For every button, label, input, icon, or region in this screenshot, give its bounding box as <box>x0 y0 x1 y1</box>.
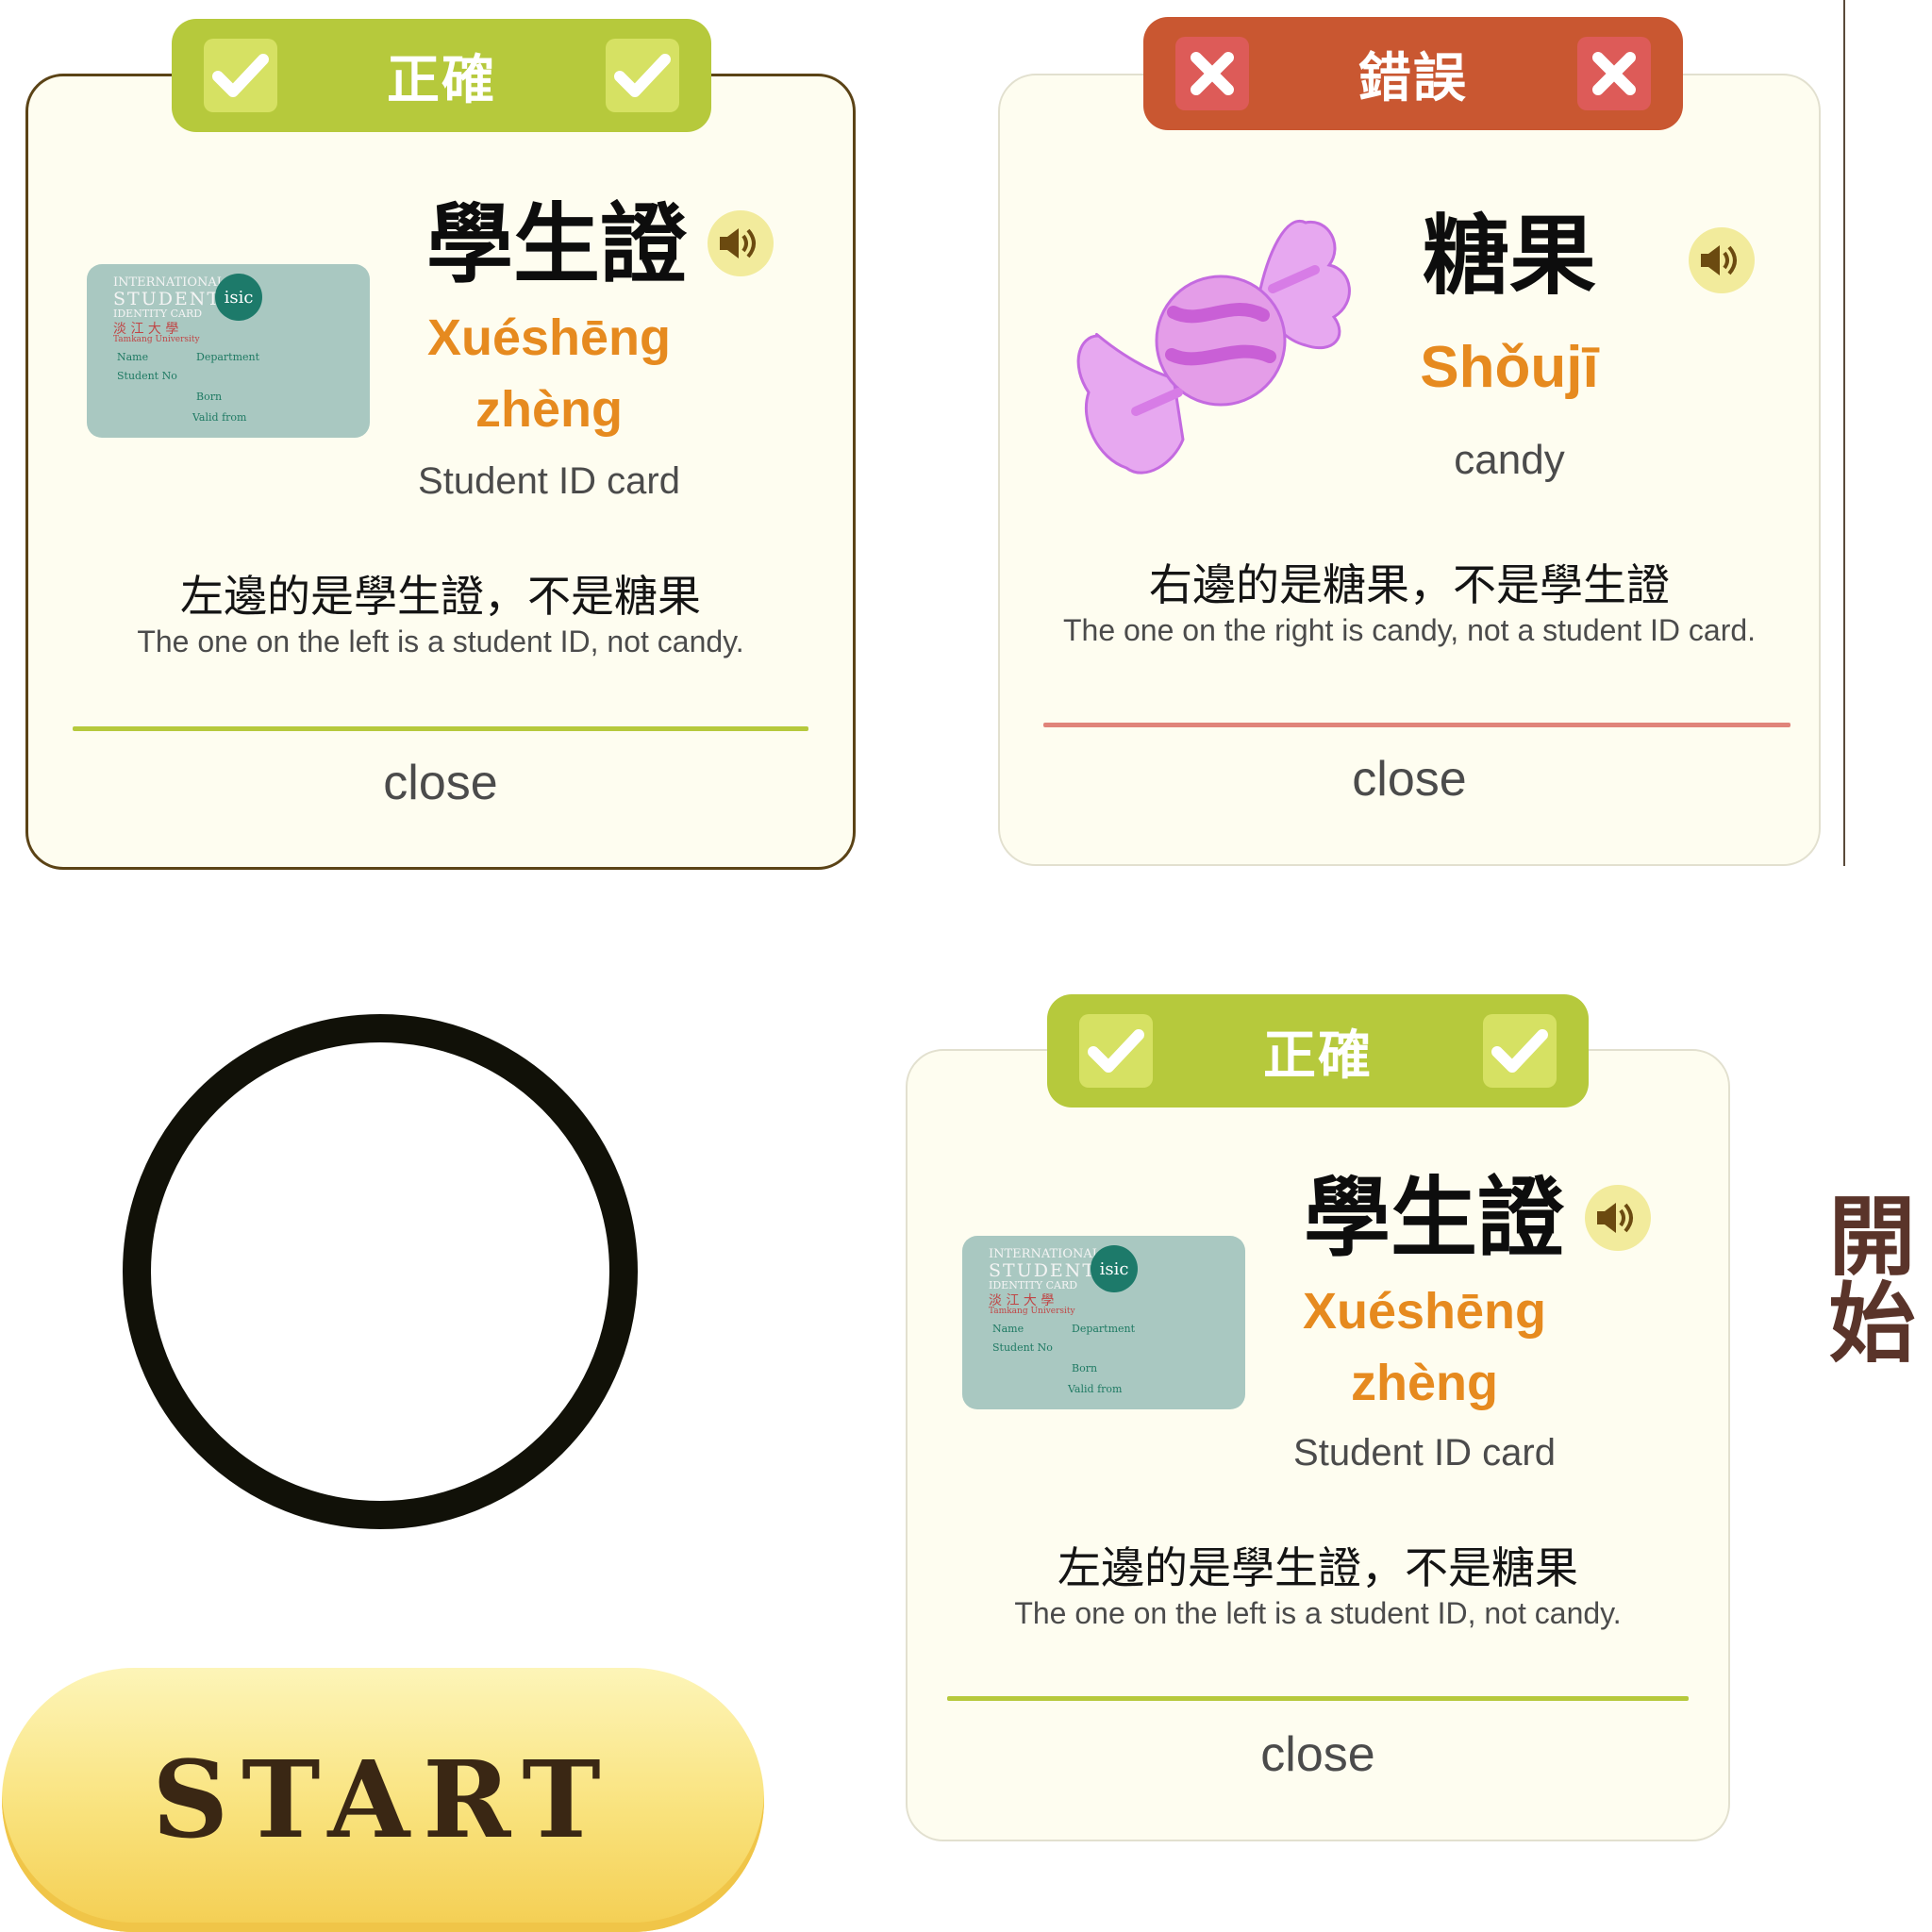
id-card-text: Department <box>1072 1323 1136 1335</box>
id-card-text: Department <box>196 351 260 363</box>
divider <box>1043 723 1790 727</box>
hanzi-word: 學生證 <box>1304 1168 1565 1269</box>
example-sentence-chinese: 左邊的是學生證，不是糖果 <box>1058 1542 1578 1593</box>
id-card-text: INTERNATIONAL <box>113 275 225 290</box>
check-icon <box>1483 1014 1557 1088</box>
close-button[interactable]: close <box>906 1726 1730 1783</box>
pinyin-line-2: zhèng <box>1351 1355 1498 1411</box>
correct-banner: 正確 <box>172 19 711 132</box>
speaker-button[interactable] <box>1585 1185 1651 1251</box>
example-sentence-english: The one on the left is a student ID, not… <box>137 625 744 658</box>
id-card-text: Valid from <box>1068 1383 1123 1395</box>
correct-banner: 正確 <box>1047 994 1589 1108</box>
english-meaning: candy <box>1454 437 1565 483</box>
banner-title: 正確 <box>387 49 496 111</box>
speaker-icon <box>720 228 756 258</box>
pinyin-line-1: Shǒujī <box>1420 335 1599 400</box>
id-card-text: Name <box>992 1323 1024 1335</box>
id-card-text: Name <box>117 351 149 363</box>
example-sentence-chinese: 右邊的是糖果，不是學生證 <box>1149 559 1670 610</box>
example-sentence-english: The one on the right is candy, not a stu… <box>1062 613 1757 647</box>
wrong-banner: 錯誤 <box>1143 17 1683 130</box>
close-button[interactable]: close <box>25 755 856 811</box>
id-card-text: Born <box>1072 1362 1098 1374</box>
id-card-text: Tamkang University <box>113 335 200 344</box>
pinyin-line-1: Xuéshēng <box>1302 1283 1547 1340</box>
id-card-text: Student No <box>117 370 177 382</box>
speaker-button[interactable] <box>1689 227 1755 293</box>
english-meaning: Student ID card <box>1293 1432 1556 1474</box>
start-vertical-label[interactable]: 開始 <box>1814 1191 1915 1364</box>
check-icon <box>204 39 277 112</box>
id-card-text: STUDENT <box>113 289 222 309</box>
isic-logo: isic <box>1091 1245 1138 1292</box>
cross-icon <box>1577 37 1651 110</box>
start-button[interactable]: START <box>2 1668 764 1932</box>
isic-logo-text: isic <box>224 287 254 308</box>
id-card-text: INTERNATIONAL <box>989 1247 1101 1261</box>
close-button[interactable]: close <box>998 751 1821 808</box>
example-sentence-chinese: 左邊的是學生證，不是糖果 <box>180 571 701 622</box>
banner-title: 錯誤 <box>1358 47 1468 109</box>
circle-correct-mark <box>119 1011 647 1540</box>
isic-logo-text: isic <box>1099 1258 1129 1279</box>
divider <box>73 726 808 731</box>
student-id-card-image: INTERNATIONAL STUDENT IDENTITY CARD 淡 江 … <box>87 264 370 438</box>
id-card-text: Born <box>196 391 223 403</box>
cross-icon <box>1175 37 1249 110</box>
speaker-icon <box>1701 245 1737 275</box>
id-card-text: Student No <box>992 1341 1053 1354</box>
right-edge-line <box>1843 0 1845 866</box>
banner-title: 正確 <box>1263 1024 1373 1087</box>
hanzi-word: 糖果 <box>1423 206 1597 307</box>
check-icon <box>1079 1014 1153 1088</box>
speaker-button[interactable] <box>708 210 774 276</box>
id-card-text: Tamkang University <box>989 1307 1075 1316</box>
id-card-text: STUDENT <box>989 1260 1097 1281</box>
example-sentence-english: The one on the left is a student ID, not… <box>1014 1596 1622 1630</box>
hanzi-word: 學生證 <box>426 194 688 295</box>
isic-logo: isic <box>215 274 262 321</box>
pinyin-line-2: zhèng <box>475 381 623 438</box>
speaker-icon <box>1597 1203 1633 1233</box>
id-card-text: Valid from <box>192 411 247 424</box>
start-button-label: START <box>152 1738 614 1862</box>
divider <box>947 1696 1689 1701</box>
student-id-card-image: INTERNATIONAL STUDENT IDENTITY CARD 淡 江 … <box>962 1236 1245 1409</box>
check-icon <box>606 39 679 112</box>
pinyin-line-1: Xuéshēng <box>426 309 672 366</box>
english-meaning: Student ID card <box>418 460 680 502</box>
